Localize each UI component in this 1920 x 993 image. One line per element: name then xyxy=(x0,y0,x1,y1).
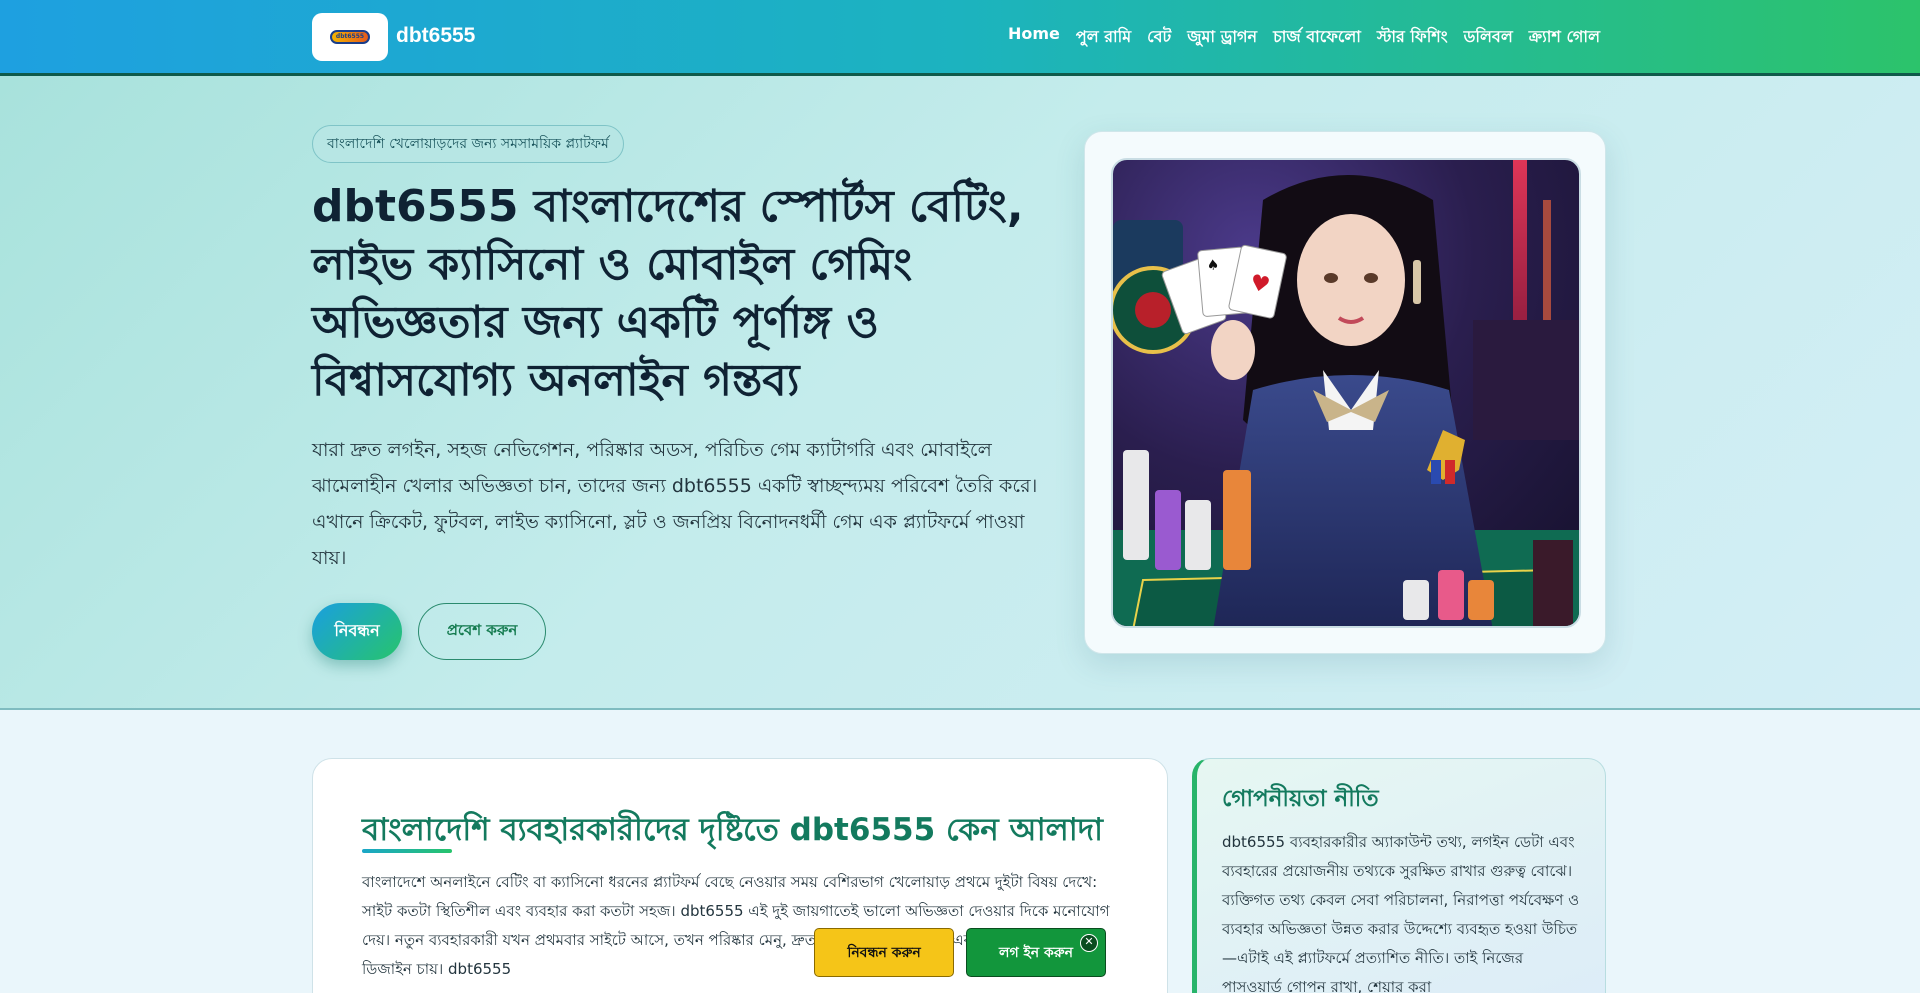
nav-dollyball[interactable]: ডলিবল xyxy=(1464,24,1513,51)
hero-image-card: ♠ ♥ xyxy=(1084,131,1606,654)
site-logo[interactable]: dbt6555 xyxy=(312,13,388,61)
nav-pool-rummy[interactable]: পুল রামি xyxy=(1076,24,1131,51)
hero-register-button[interactable]: নিবন্ধন xyxy=(312,603,402,660)
hero-tag-badge: বাংলাদেশি খেলোয়াড়দের জন্য সমসাময়িক প্… xyxy=(312,125,624,163)
hero-title: dbt6555 বাংলাদেশের স্পোর্টস বেটিং, লাইভ … xyxy=(312,181,1024,406)
section-title: বাংলাদেশি ব্যবহারকারীদের দৃষ্টিতে dbt655… xyxy=(362,812,1104,848)
hero-description: যারা দ্রুত লগইন, সহজ নেভিগেশন, পরিষ্কার … xyxy=(312,439,1038,569)
privacy-policy-text: dbt6555 ব্যবহারকারীর অ্যাকাউন্ট তথ্য, লগ… xyxy=(1222,833,1580,993)
nav-charge-buffalo[interactable]: চার্জ বাফেলো xyxy=(1273,24,1361,51)
title-underline xyxy=(362,849,452,853)
nav-bet[interactable]: বেট xyxy=(1147,24,1171,51)
casino-dealer-illustration: ♠ ♥ xyxy=(1113,160,1579,626)
close-icon[interactable]: ✕ xyxy=(1080,934,1098,952)
nav-star-fishing[interactable]: স্টার ফিশিং xyxy=(1377,24,1448,51)
nav-juma-dragon[interactable]: জুমা ড্রাগন xyxy=(1187,24,1257,51)
nav-crash-goal[interactable]: ক্র্যাশ গোল xyxy=(1529,24,1600,51)
svg-text:♠: ♠ xyxy=(1206,257,1220,274)
sticky-register-button[interactable]: নিবন্ধন করুন xyxy=(814,928,954,977)
brand-name[interactable]: dbt6555 xyxy=(396,24,475,48)
top-header: dbt6555 dbt6555 Home পুল রামি বেট জুমা ড… xyxy=(0,0,1920,76)
main-nav: Home পুল রামি বেট জুমা ড্রাগন চার্জ বাফে… xyxy=(1008,24,1600,51)
hero-login-button[interactable]: প্রবেশ করুন xyxy=(418,603,546,660)
nav-home[interactable]: Home xyxy=(1008,24,1060,51)
logo-icon: dbt6555 xyxy=(330,30,370,44)
hero-casino-image: ♠ ♥ xyxy=(1111,158,1581,628)
privacy-policy-title: গোপনীয়তা নীতি xyxy=(1222,786,1379,812)
